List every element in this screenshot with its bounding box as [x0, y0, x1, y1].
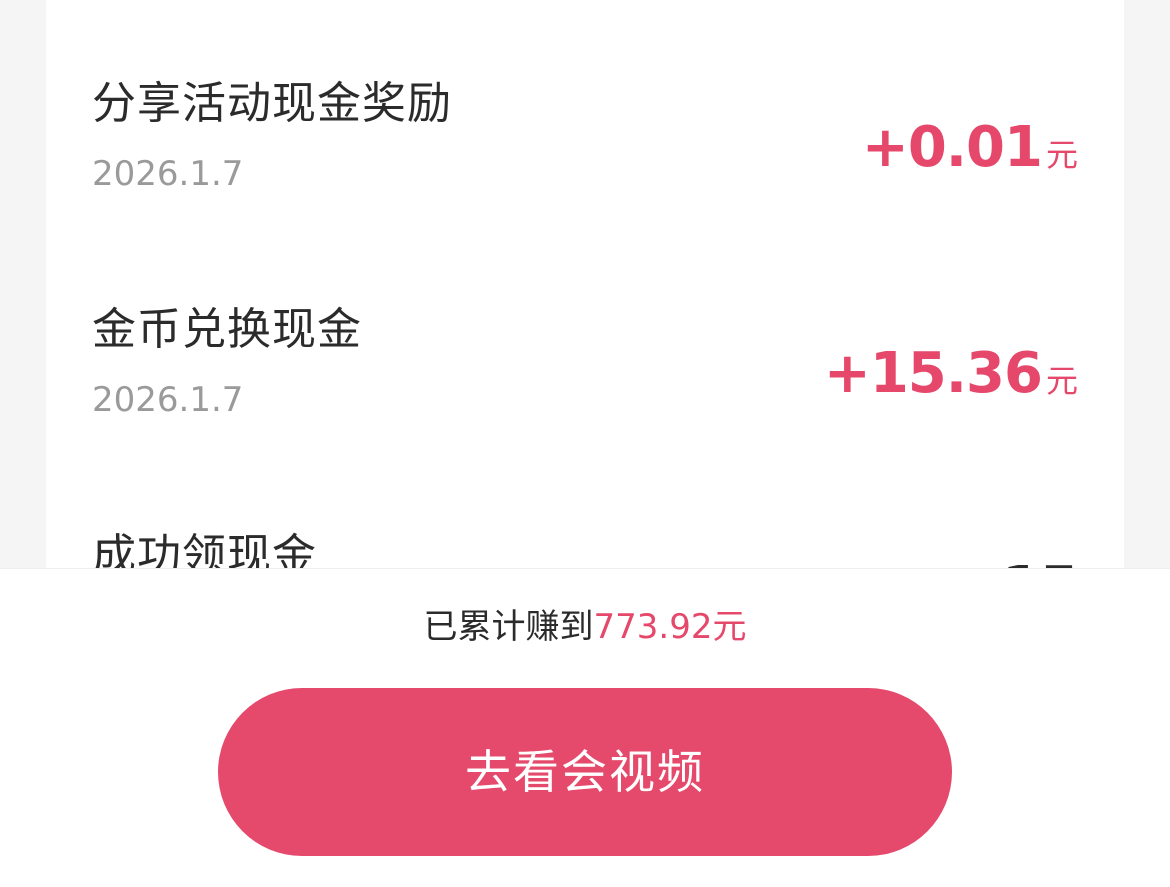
- bottom-action-panel: 已累计赚到773.92元 去看会视频: [0, 568, 1170, 887]
- record-item[interactable]: 金币兑换现金 2026.1.7 +15.36 元: [46, 302, 1124, 502]
- amount-value: +15.36: [823, 341, 1043, 406]
- record-amount: +0.01 元: [862, 116, 1078, 180]
- summary-label: 已累计赚到: [423, 607, 594, 647]
- record-item[interactable]: 分享活动现金奖励 2026.1.7 +0.01 元: [46, 76, 1124, 276]
- record-title: 分享活动现金奖励: [92, 78, 452, 129]
- amount-value: +0.01: [861, 115, 1043, 180]
- amount-unit: 元: [1045, 136, 1078, 174]
- record-title: 金币兑换现金: [92, 304, 362, 355]
- amount-unit: 元: [1045, 362, 1078, 400]
- watch-video-button[interactable]: 去看会视频: [218, 688, 952, 856]
- earnings-summary: 已累计赚到773.92元: [0, 605, 1170, 649]
- record-amount: +15.36 元: [824, 342, 1078, 406]
- record-date: 2026.1.7: [92, 154, 244, 194]
- total-earnings: 773.92元: [593, 607, 747, 647]
- record-date: 2026.1.7: [92, 380, 244, 420]
